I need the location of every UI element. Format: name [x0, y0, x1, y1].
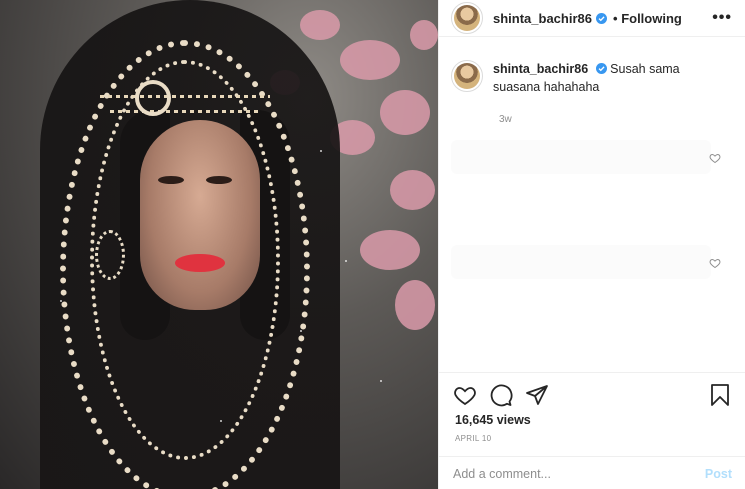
caption-avatar[interactable] [451, 60, 483, 92]
comment-icon[interactable] [489, 383, 513, 407]
caption-username[interactable]: shinta_bachir86 [493, 62, 588, 76]
separator: • [613, 10, 618, 26]
following-button[interactable]: Following [621, 11, 682, 26]
comment-input[interactable] [453, 466, 705, 481]
heart-icon[interactable] [709, 257, 721, 269]
post-header: shinta_bachir86 • Following ••• [439, 0, 745, 37]
view-count[interactable]: 16,645 views [455, 413, 531, 427]
post-media[interactable] [0, 0, 438, 489]
follow-status[interactable]: • Following [613, 11, 682, 26]
bookmark-icon[interactable] [708, 383, 732, 407]
comment-form: Post [439, 456, 745, 489]
post-date[interactable]: APRIL 10 [455, 434, 491, 443]
post-panel: shinta_bachir86 • Following ••• shinta_b… [438, 0, 745, 489]
username-link[interactable]: shinta_bachir86 [493, 11, 592, 26]
verified-icon [595, 63, 607, 74]
post-actions: 16,645 views APRIL 10 Post [439, 372, 745, 489]
caption-text: shinta_bachir86 Susah sama suasana hahah… [493, 60, 723, 96]
avatar[interactable] [451, 2, 483, 34]
more-icon[interactable]: ••• [712, 9, 732, 27]
heart-icon[interactable] [453, 383, 477, 407]
post-button[interactable]: Post [705, 467, 732, 481]
list-item [451, 140, 711, 174]
caption: shinta_bachir86 Susah sama suasana hahah… [451, 60, 736, 96]
verified-icon [596, 12, 607, 24]
caption-age[interactable]: 3w [499, 114, 512, 125]
heart-icon[interactable] [709, 152, 721, 164]
list-item [451, 245, 711, 279]
share-icon[interactable] [525, 383, 549, 407]
